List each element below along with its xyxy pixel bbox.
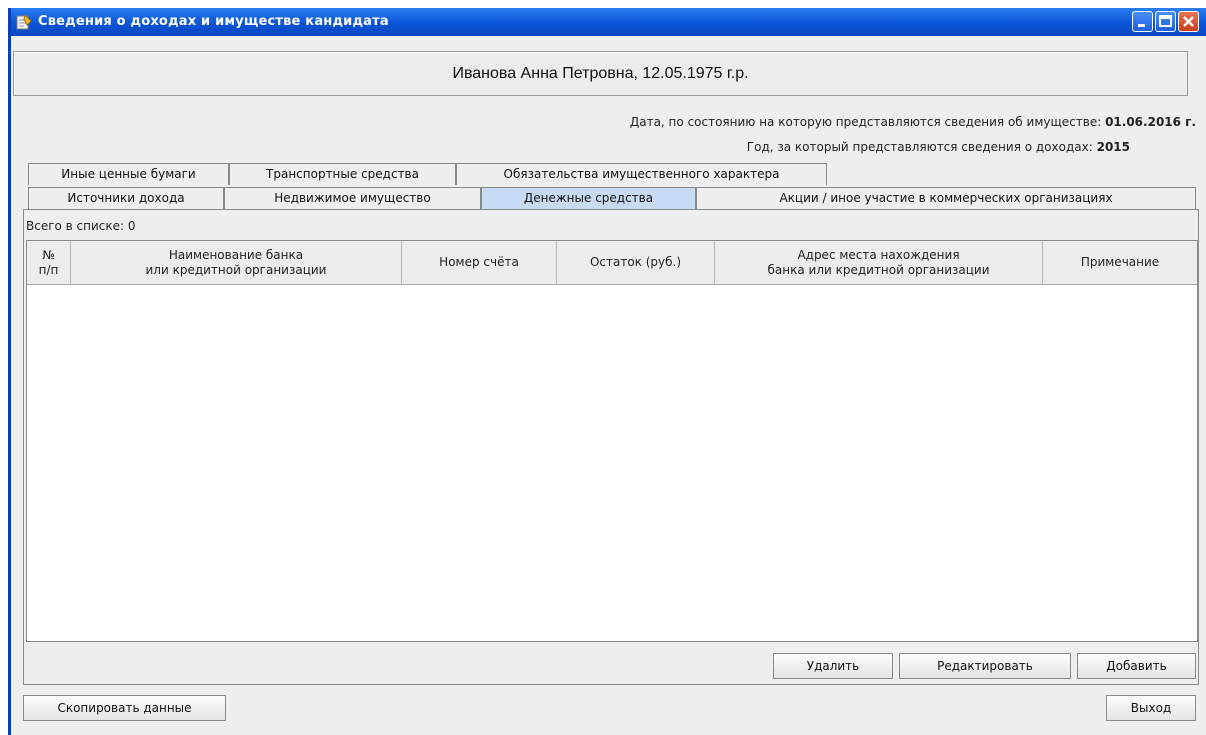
column-header-bank-name[interactable]: Наименование банка или кредитной организ… (71, 241, 402, 285)
edit-button[interactable]: Редактировать (899, 653, 1071, 679)
column-header-bank-address[interactable]: Адрес места нахождения банка или кредитн… (715, 241, 1043, 285)
close-icon (1183, 16, 1194, 27)
tab-shares[interactable]: Акции / иное участие в коммерческих орга… (696, 187, 1196, 209)
column-header-note[interactable]: Примечание (1043, 241, 1197, 285)
tab-vehicles[interactable]: Транспортные средства (229, 163, 456, 185)
tab-real-estate[interactable]: Недвижимое имущество (224, 187, 481, 209)
delete-button[interactable]: Удалить (773, 653, 893, 679)
maximize-button[interactable] (1155, 11, 1176, 32)
funds-table[interactable]: № п/п Наименование банка или кредитной о… (26, 240, 1198, 642)
app-icon (16, 14, 32, 30)
tab-cash-funds[interactable]: Денежные средства (481, 187, 696, 209)
property-date-label: Дата, по состоянию на которую представля… (629, 115, 1102, 129)
title-bar[interactable]: Сведения о доходах и имуществе кандидата (11, 8, 1206, 36)
minimize-button[interactable] (1132, 11, 1153, 32)
close-button[interactable] (1178, 11, 1199, 32)
tab-other-securities[interactable]: Иные ценные бумаги (28, 163, 229, 185)
income-year-value: 2015 (1096, 140, 1130, 154)
candidate-header: Иванова Анна Петровна, 12.05.1975 г.р. (13, 51, 1188, 96)
tab-income-sources[interactable]: Источники дохода (28, 187, 224, 209)
exit-button[interactable]: Выход (1106, 695, 1196, 721)
window-title: Сведения о доходах и имуществе кандидата (38, 14, 389, 29)
tab-obligations[interactable]: Обязательства имущественного характера (456, 163, 827, 185)
income-year-line: Год, за который представляются сведения … (747, 140, 1130, 154)
property-date-line: Дата, по состоянию на которую представля… (630, 115, 1196, 129)
candidate-name: Иванова Анна Петровна, 12.05.1975 г.р. (452, 65, 749, 82)
property-date-value: 01.06.2016 г. (1105, 115, 1196, 129)
column-header-account-number[interactable]: Номер счёта (402, 241, 557, 285)
income-year-label: Год, за который представляются сведения … (746, 140, 1093, 154)
add-button[interactable]: Добавить (1077, 653, 1196, 679)
column-header-balance[interactable]: Остаток (руб.) (557, 241, 715, 285)
minimize-icon (1138, 24, 1145, 27)
maximize-icon (1159, 15, 1172, 27)
list-count: Всего в списке: 0 (26, 219, 136, 233)
column-header-number[interactable]: № п/п (27, 241, 71, 285)
copy-data-button[interactable]: Скопировать данные (23, 695, 226, 721)
